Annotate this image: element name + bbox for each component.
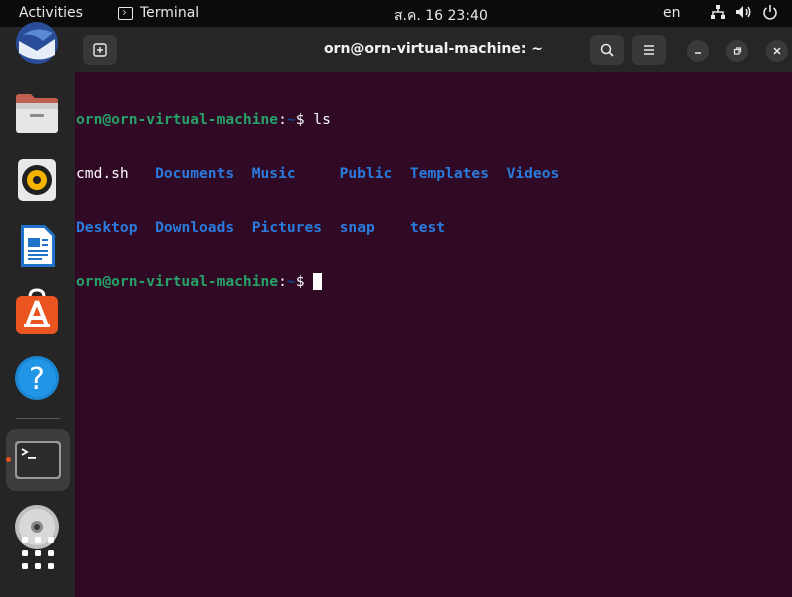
- terminal-headerbar[interactable]: orn@orn-virtual-machine: ~: [75, 27, 792, 72]
- volume-icon: [736, 6, 751, 18]
- dir-entry: Videos: [506, 165, 560, 182]
- prompt-symbol: $: [295, 273, 305, 290]
- help-icon[interactable]: ?: [13, 354, 61, 402]
- activities-button[interactable]: Activities: [19, 5, 83, 21]
- ls-output-row: Desktop Downloads Pictures snap test: [76, 219, 559, 237]
- show-apps-icon[interactable]: [20, 535, 56, 571]
- dock: ?: [0, 22, 75, 597]
- close-icon: [773, 47, 781, 55]
- dir-entry: Desktop: [76, 219, 138, 236]
- svg-text:?: ?: [29, 362, 45, 397]
- restore-icon: [733, 47, 742, 55]
- app-menu[interactable]: Terminal: [118, 5, 199, 21]
- file-entry: cmd.sh: [76, 165, 129, 182]
- dir-entry: Public: [339, 165, 393, 182]
- minimize-button[interactable]: [687, 40, 709, 62]
- hamburger-icon: [644, 45, 654, 55]
- minimize-icon: [695, 52, 701, 54]
- terminal-window[interactable]: orn@orn-virtual-machine: ~ orn@orn-virtu…: [75, 27, 792, 597]
- dir-entry: Pictures: [251, 219, 323, 236]
- maximize-button[interactable]: [726, 40, 748, 62]
- prompt-user: orn@orn-virtual-machine: [76, 111, 279, 128]
- dock-separator: [16, 418, 60, 419]
- search-button[interactable]: [590, 35, 624, 65]
- window-title: orn@orn-virtual-machine: ~: [323, 41, 544, 57]
- prompt-path: ~: [286, 111, 296, 128]
- clock[interactable]: ส.ค. 16 23:40: [394, 5, 488, 27]
- prompt-path: ~: [286, 273, 296, 290]
- ls-output-row: cmd.sh Documents Music Public Templates …: [76, 165, 559, 183]
- network-icon: [711, 5, 725, 19]
- files-icon[interactable]: [13, 89, 61, 137]
- prompt-separator: :: [278, 111, 287, 128]
- running-indicator: [6, 457, 11, 462]
- prompt-user: orn@orn-virtual-machine: [76, 273, 279, 290]
- command-text: ls: [313, 111, 331, 128]
- dir-entry: snap: [339, 219, 375, 236]
- close-button[interactable]: [766, 40, 788, 62]
- prompt-line: orn@orn-virtual-machine:~$: [76, 273, 559, 291]
- system-tray[interactable]: [710, 4, 778, 20]
- dir-entry: Templates: [409, 165, 489, 182]
- thunderbird-icon[interactable]: [13, 21, 61, 69]
- terminal-app-icon: [118, 6, 133, 20]
- prompt-symbol: $: [295, 111, 305, 128]
- menu-button[interactable]: [632, 35, 666, 65]
- top-bar: Activities Terminal ส.ค. 16 23:40 en: [0, 0, 792, 27]
- text-cursor: [313, 273, 323, 290]
- search-icon: [600, 43, 614, 57]
- dir-entry: Documents: [155, 165, 235, 182]
- software-center-icon[interactable]: [13, 288, 61, 336]
- libreoffice-writer-icon[interactable]: [13, 222, 61, 270]
- dir-entry: Music: [251, 165, 296, 182]
- dir-entry: Downloads: [155, 219, 235, 236]
- app-name: Terminal: [140, 5, 200, 21]
- terminal-icon[interactable]: [14, 437, 62, 485]
- power-icon: [763, 5, 777, 20]
- rhythmbox-icon[interactable]: [13, 156, 61, 204]
- dir-entry: test: [409, 219, 446, 236]
- language-indicator[interactable]: en: [663, 5, 681, 21]
- terminal-output[interactable]: orn@orn-virtual-machine:~$ ls cmd.sh Doc…: [76, 75, 559, 327]
- prompt-separator: :: [278, 273, 287, 290]
- command-line: orn@orn-virtual-machine:~$ ls: [76, 111, 559, 129]
